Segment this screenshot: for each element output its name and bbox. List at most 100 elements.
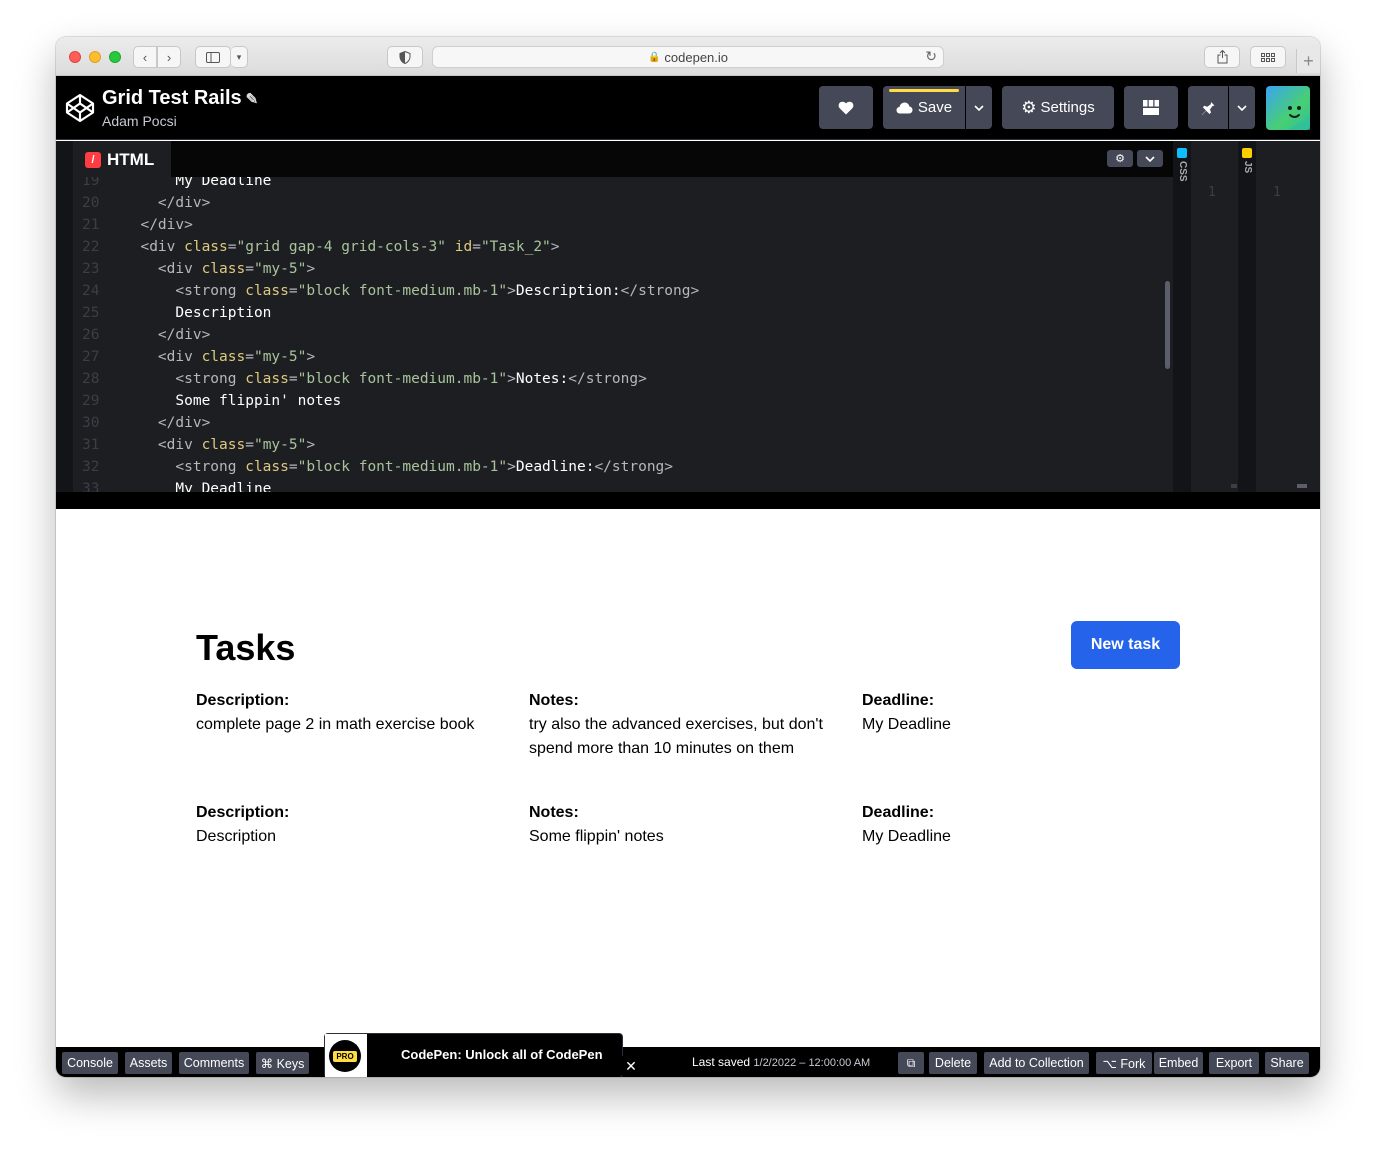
gear-icon: ⚙	[1115, 153, 1125, 165]
css-editor[interactable]: 1	[1191, 141, 1238, 492]
comments-button[interactable]: Comments	[179, 1052, 249, 1074]
open-in-new-window-button[interactable]: ⧉	[898, 1052, 924, 1074]
code-token: class	[245, 371, 289, 387]
editor-settings-button[interactable]: ⚙	[1107, 150, 1133, 167]
last-saved-time: 1/2/2022 – 12:00:00 AM	[753, 1057, 871, 1069]
add-to-collection-button[interactable]: Add to Collection	[984, 1052, 1089, 1074]
shield-icon	[399, 50, 411, 64]
task-1-notes: Notes: try also the advanced exercises, …	[529, 689, 839, 761]
privacy-report-button[interactable]	[387, 46, 423, 68]
code-token: My Deadline	[123, 177, 272, 189]
editor-preview-resizer[interactable]	[56, 492, 1320, 509]
code-line[interactable]: 28 <strong class="block font-medium.mb-1…	[73, 368, 647, 390]
code-line[interactable]: 25 Description	[73, 302, 271, 324]
pen-author[interactable]: Adam Pocsi	[102, 113, 177, 129]
console-button[interactable]: Console	[62, 1052, 118, 1074]
close-promo-button[interactable]: ✕	[622, 1056, 640, 1076]
assets-button[interactable]: Assets	[125, 1052, 172, 1074]
line-number: 22	[82, 239, 100, 255]
code-line[interactable]: 31 <div class="my-5">	[73, 434, 315, 456]
html-code-editor[interactable]: 19 My Deadline 20 </div> 21 </div> 22 <div …	[73, 177, 1173, 492]
code-line[interactable]: 21 </div>	[73, 214, 193, 236]
code-token: =	[472, 239, 481, 255]
task-1-description: Description: complete page 2 in math exe…	[196, 689, 516, 737]
line-number: 28	[82, 371, 100, 387]
zoom-window-button[interactable]	[109, 51, 121, 63]
line-number: 33	[82, 481, 100, 492]
line-number: 19	[82, 177, 100, 189]
description-value: complete page 2 in math exercise book	[196, 716, 475, 733]
share-sheet-button[interactable]	[1204, 46, 1240, 68]
js-line-number: 1	[1273, 185, 1281, 200]
chevron-left-icon: ‹	[142, 49, 148, 65]
share-button[interactable]: Share	[1265, 1052, 1309, 1074]
export-button[interactable]: Export	[1209, 1052, 1259, 1074]
codepen-logo-icon[interactable]	[64, 92, 96, 124]
code-line[interactable]: 20 </div>	[73, 192, 210, 214]
code-line[interactable]: 19 My Deadline	[73, 177, 271, 192]
code-token: "block font-medium.mb-1"	[297, 371, 508, 387]
delete-button[interactable]: Delete	[929, 1052, 977, 1074]
change-view-button[interactable]	[1124, 86, 1178, 129]
save-options-dropdown[interactable]	[966, 86, 992, 129]
code-line[interactable]: 22 <div class="grid gap-4 grid-cols-3" i…	[73, 236, 560, 258]
html-slash-icon: /	[85, 151, 101, 168]
code-token: <strong	[123, 459, 246, 475]
code-token: class	[184, 239, 228, 255]
pin-options-dropdown[interactable]	[1229, 86, 1255, 129]
editor-collapse-button[interactable]	[1137, 150, 1163, 167]
pen-title-text: Grid Test Rails	[102, 87, 242, 109]
code-token: "my-5"	[253, 437, 307, 453]
back-button[interactable]: ‹	[133, 46, 157, 68]
tab-html[interactable]: / HTML	[73, 141, 171, 178]
code-token: >	[507, 371, 516, 387]
address-bar[interactable]: 🔒 codepen.io ↻	[432, 46, 944, 68]
code-token: Notes:	[515, 371, 569, 387]
code-line[interactable]: 33 My Deadline	[73, 478, 271, 492]
pin-button[interactable]	[1188, 86, 1228, 129]
pro-promo-banner[interactable]: PRO CodePen: Unlock all of CodePen	[325, 1034, 622, 1077]
code-line[interactable]: 26 </div>	[73, 324, 210, 346]
code-token: "grid gap-4 grid-cols-3"	[236, 239, 447, 255]
css-pane-collapsed[interactable]: CSS	[1173, 141, 1191, 492]
code-line[interactable]: 32 <strong class="block font-medium.mb-1…	[73, 456, 673, 478]
editor-scrollbar[interactable]	[1165, 281, 1170, 369]
description-label: Description:	[196, 804, 290, 821]
embed-button[interactable]: Embed	[1154, 1052, 1203, 1074]
js-pane-collapsed[interactable]: JS	[1238, 141, 1256, 492]
keys-button[interactable]: ⌘ Keys	[256, 1052, 309, 1074]
pencil-icon[interactable]: ✎	[246, 91, 259, 108]
fork-button[interactable]: ⌥ Fork	[1096, 1052, 1152, 1074]
new-tab-button[interactable]: +	[1296, 49, 1320, 73]
close-window-button[interactable]	[69, 51, 81, 63]
css-icon	[1177, 148, 1187, 158]
settings-button[interactable]: ⚙ Settings	[1002, 86, 1114, 129]
tab-grid-button[interactable]	[1250, 46, 1286, 68]
save-button[interactable]: Save	[883, 86, 965, 129]
minimize-window-button[interactable]	[89, 51, 101, 63]
code-line[interactable]: 24 <strong class="block font-medium.mb-1…	[73, 280, 699, 302]
notes-label: Notes:	[529, 692, 579, 709]
new-task-button[interactable]: New task	[1071, 621, 1180, 669]
line-number: 27	[82, 349, 100, 365]
forward-button[interactable]: ›	[157, 46, 181, 68]
code-token: Description	[123, 305, 272, 321]
reload-icon[interactable]: ↻	[925, 48, 937, 65]
codepen-footer: Console Assets Comments ⌘ Keys Last save…	[56, 1047, 1320, 1077]
code-line[interactable]: 30 </div>	[73, 412, 210, 434]
sidebar-toggle-button[interactable]	[195, 46, 231, 68]
code-line[interactable]: 29 Some flippin' notes	[73, 390, 341, 412]
tab-overview-dropdown[interactable]: ▾	[231, 46, 248, 68]
user-avatar[interactable]	[1266, 86, 1310, 130]
cloud-icon	[896, 102, 913, 113]
chevron-down-icon	[1237, 104, 1247, 111]
pen-title[interactable]: Grid Test Rails ✎	[102, 87, 258, 110]
code-line[interactable]: 23 <div class="my-5">	[73, 258, 315, 280]
code-token: "Task_2"	[480, 239, 551, 255]
js-resize-handle[interactable]	[1297, 484, 1307, 488]
code-line[interactable]: 27 <div class="my-5">	[73, 346, 315, 368]
js-editor[interactable]: 1	[1256, 141, 1320, 492]
like-button[interactable]	[819, 86, 873, 129]
css-resize-handle[interactable]	[1231, 484, 1237, 488]
preview-pane: Tasks New task Description: complete pag…	[56, 509, 1320, 1047]
